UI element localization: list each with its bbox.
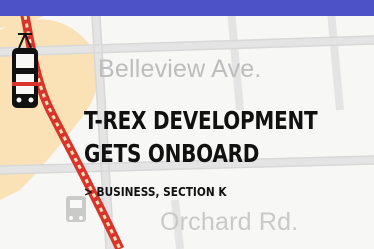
headline-line-2: GETS ONBOARD	[84, 139, 260, 168]
train-icon	[66, 196, 86, 222]
train-icon	[12, 33, 38, 108]
ad-banner[interactable]: Belleview Ave. Orchard Rd. T-REX DEVELOP…	[0, 0, 374, 249]
headline: T-REX DEVELOPMENT GETS ONBOARD	[84, 104, 318, 170]
top-bar	[0, 0, 374, 16]
section-link[interactable]: > BUSINESS, SECTION K	[84, 185, 227, 199]
street-label-belleview: Belleview Ave.	[98, 55, 262, 83]
street-label-orchard: Orchard Rd.	[160, 208, 299, 236]
headline-line-1: T-REX DEVELOPMENT	[84, 106, 318, 135]
